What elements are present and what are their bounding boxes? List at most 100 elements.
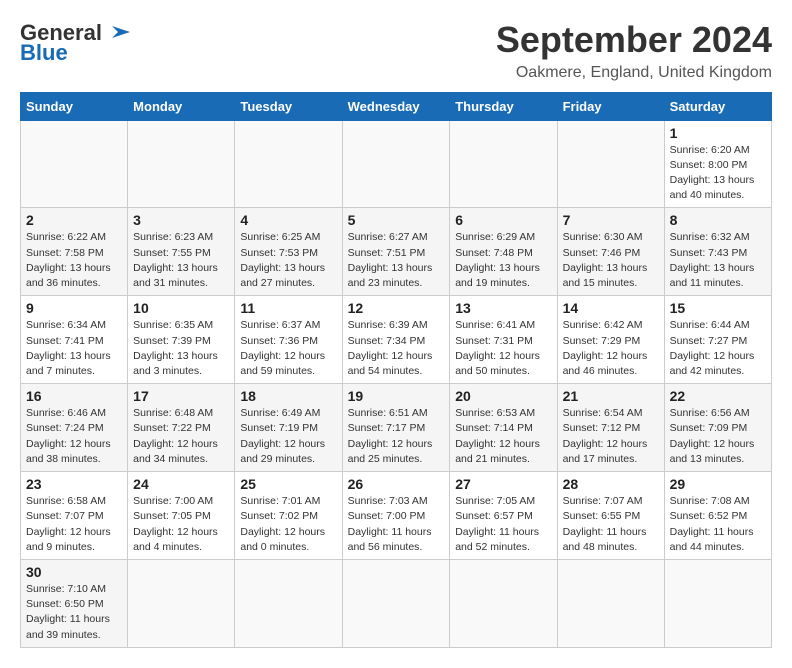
column-header-wednesday: Wednesday	[342, 92, 450, 120]
day-info: Sunrise: 6:58 AMSunset: 7:07 PMDaylight:…	[26, 494, 122, 555]
day-number: 28	[563, 476, 659, 492]
calendar-cell: 8Sunrise: 6:32 AMSunset: 7:43 PMDaylight…	[664, 208, 771, 296]
calendar-week-2: 2 Sunrise: 6:22 AMSunset: 7:58 PMDaylight…	[21, 208, 772, 296]
day-number: 25	[240, 476, 336, 492]
calendar-cell: 21Sunrise: 6:54 AMSunset: 7:12 PMDayligh…	[557, 384, 664, 472]
calendar-cell: 29 Sunrise: 7:08 AMSunset: 6:52 PMDayligh…	[664, 472, 771, 560]
calendar-cell: 20Sunrise: 6:53 AMSunset: 7:14 PMDayligh…	[450, 384, 557, 472]
calendar-cell: 30Sunrise: 7:10 AMSunset: 6:50 PMDayligh…	[21, 559, 128, 647]
day-info: Sunrise: 6:34 AMSunset: 7:41 PMDaylight:…	[26, 318, 122, 379]
day-number: 5	[348, 212, 445, 228]
calendar-cell: 19Sunrise: 6:51 AMSunset: 7:17 PMDayligh…	[342, 384, 450, 472]
calendar-cell	[128, 120, 235, 208]
logo-blue: Blue	[20, 40, 68, 66]
day-info: Sunrise: 6:20 AMSunset: 8:00 PMDaylight:…	[670, 143, 766, 204]
column-header-friday: Friday	[557, 92, 664, 120]
calendar-cell: 1 Sunrise: 6:20 AMSunset: 8:00 PMDaylight…	[664, 120, 771, 208]
calendar-cell	[557, 559, 664, 647]
calendar-cell: 7 Sunrise: 6:30 AMSunset: 7:46 PMDaylight…	[557, 208, 664, 296]
calendar-cell: 4 Sunrise: 6:25 AMSunset: 7:53 PMDaylight…	[235, 208, 342, 296]
title-section: September 2024 Oakmere, England, United …	[496, 20, 772, 82]
day-number: 4	[240, 212, 336, 228]
calendar-week-6: 30Sunrise: 7:10 AMSunset: 6:50 PMDayligh…	[21, 559, 772, 647]
calendar-week-1: 1 Sunrise: 6:20 AMSunset: 8:00 PMDaylight…	[21, 120, 772, 208]
calendar-cell: 12Sunrise: 6:39 AMSunset: 7:34 PMDayligh…	[342, 296, 450, 384]
day-number: 30	[26, 564, 122, 580]
day-info: Sunrise: 6:53 AMSunset: 7:14 PMDaylight:…	[455, 406, 551, 467]
day-info: Sunrise: 7:01 AMSunset: 7:02 PMDaylight:…	[240, 494, 336, 555]
day-number: 2	[26, 212, 122, 228]
day-info: Sunrise: 6:23 AMSunset: 7:55 PMDaylight:…	[133, 230, 229, 291]
calendar-week-3: 9 Sunrise: 6:34 AMSunset: 7:41 PMDaylight…	[21, 296, 772, 384]
day-number: 17	[133, 388, 229, 404]
calendar-cell: 28Sunrise: 7:07 AMSunset: 6:55 PMDayligh…	[557, 472, 664, 560]
day-number: 14	[563, 300, 659, 316]
column-header-monday: Monday	[128, 92, 235, 120]
day-info: Sunrise: 6:42 AMSunset: 7:29 PMDaylight:…	[563, 318, 659, 379]
column-header-thursday: Thursday	[450, 92, 557, 120]
calendar-week-4: 16 Sunrise: 6:46 AMSunset: 7:24 PMDayligh…	[21, 384, 772, 472]
calendar-cell	[128, 559, 235, 647]
day-number: 16	[26, 388, 122, 404]
day-number: 29	[670, 476, 766, 492]
calendar-cell	[450, 559, 557, 647]
day-number: 23	[26, 476, 122, 492]
day-number: 18	[240, 388, 336, 404]
calendar-cell	[235, 120, 342, 208]
calendar-cell	[450, 120, 557, 208]
logo: General Blue	[20, 20, 130, 66]
calendar-cell: 5 Sunrise: 6:27 AMSunset: 7:51 PMDaylight…	[342, 208, 450, 296]
logo-bird-icon	[102, 22, 130, 44]
day-info: Sunrise: 6:48 AMSunset: 7:22 PMDaylight:…	[133, 406, 229, 467]
calendar-cell: 17 Sunrise: 6:48 AMSunset: 7:22 PMDayligh…	[128, 384, 235, 472]
day-number: 26	[348, 476, 445, 492]
calendar-cell: 13 Sunrise: 6:41 AMSunset: 7:31 PMDayligh…	[450, 296, 557, 384]
calendar-cell: 16 Sunrise: 6:46 AMSunset: 7:24 PMDayligh…	[21, 384, 128, 472]
day-number: 22	[670, 388, 766, 404]
calendar-cell: 3 Sunrise: 6:23 AMSunset: 7:55 PMDaylight…	[128, 208, 235, 296]
calendar-cell: 24 Sunrise: 7:00 AMSunset: 7:05 PMDayligh…	[128, 472, 235, 560]
calendar-cell: 2 Sunrise: 6:22 AMSunset: 7:58 PMDaylight…	[21, 208, 128, 296]
header: General Blue September 2024 Oakmere, Eng…	[20, 20, 772, 82]
header-row: SundayMondayTuesdayWednesdayThursdayFrid…	[21, 92, 772, 120]
day-info: Sunrise: 7:00 AMSunset: 7:05 PMDaylight:…	[133, 494, 229, 555]
day-number: 1	[670, 125, 766, 141]
column-header-sunday: Sunday	[21, 92, 128, 120]
day-info: Sunrise: 6:25 AMSunset: 7:53 PMDaylight:…	[240, 230, 336, 291]
day-number: 24	[133, 476, 229, 492]
day-info: Sunrise: 6:41 AMSunset: 7:31 PMDaylight:…	[455, 318, 551, 379]
day-info: Sunrise: 6:54 AMSunset: 7:12 PMDaylight:…	[563, 406, 659, 467]
day-info: Sunrise: 6:56 AMSunset: 7:09 PMDaylight:…	[670, 406, 766, 467]
calendar-cell	[342, 120, 450, 208]
day-info: Sunrise: 6:30 AMSunset: 7:46 PMDaylight:…	[563, 230, 659, 291]
day-number: 7	[563, 212, 659, 228]
calendar-cell	[664, 559, 771, 647]
day-number: 9	[26, 300, 122, 316]
day-info: Sunrise: 6:27 AMSunset: 7:51 PMDaylight:…	[348, 230, 445, 291]
calendar-cell	[235, 559, 342, 647]
day-number: 3	[133, 212, 229, 228]
day-info: Sunrise: 6:46 AMSunset: 7:24 PMDaylight:…	[26, 406, 122, 467]
day-number: 19	[348, 388, 445, 404]
day-info: Sunrise: 6:29 AMSunset: 7:48 PMDaylight:…	[455, 230, 551, 291]
day-info: Sunrise: 6:35 AMSunset: 7:39 PMDaylight:…	[133, 318, 229, 379]
day-info: Sunrise: 6:37 AMSunset: 7:36 PMDaylight:…	[240, 318, 336, 379]
day-info: Sunrise: 6:22 AMSunset: 7:58 PMDaylight:…	[26, 230, 122, 291]
calendar-table: SundayMondayTuesdayWednesdayThursdayFrid…	[20, 92, 772, 648]
day-number: 13	[455, 300, 551, 316]
page-subtitle: Oakmere, England, United Kingdom	[496, 64, 772, 82]
column-header-tuesday: Tuesday	[235, 92, 342, 120]
day-info: Sunrise: 7:03 AMSunset: 7:00 PMDaylight:…	[348, 494, 445, 555]
calendar-header: SundayMondayTuesdayWednesdayThursdayFrid…	[21, 92, 772, 120]
day-number: 11	[240, 300, 336, 316]
calendar-body: 1 Sunrise: 6:20 AMSunset: 8:00 PMDaylight…	[21, 120, 772, 647]
calendar-cell: 27Sunrise: 7:05 AMSunset: 6:57 PMDayligh…	[450, 472, 557, 560]
day-number: 15	[670, 300, 766, 316]
calendar-cell: 22 Sunrise: 6:56 AMSunset: 7:09 PMDayligh…	[664, 384, 771, 472]
day-info: Sunrise: 6:44 AMSunset: 7:27 PMDaylight:…	[670, 318, 766, 379]
calendar-cell	[342, 559, 450, 647]
day-info: Sunrise: 7:08 AMSunset: 6:52 PMDaylight:…	[670, 494, 766, 555]
calendar-cell: 11 Sunrise: 6:37 AMSunset: 7:36 PMDayligh…	[235, 296, 342, 384]
calendar-cell: 10Sunrise: 6:35 AMSunset: 7:39 PMDayligh…	[128, 296, 235, 384]
calendar-cell	[21, 120, 128, 208]
